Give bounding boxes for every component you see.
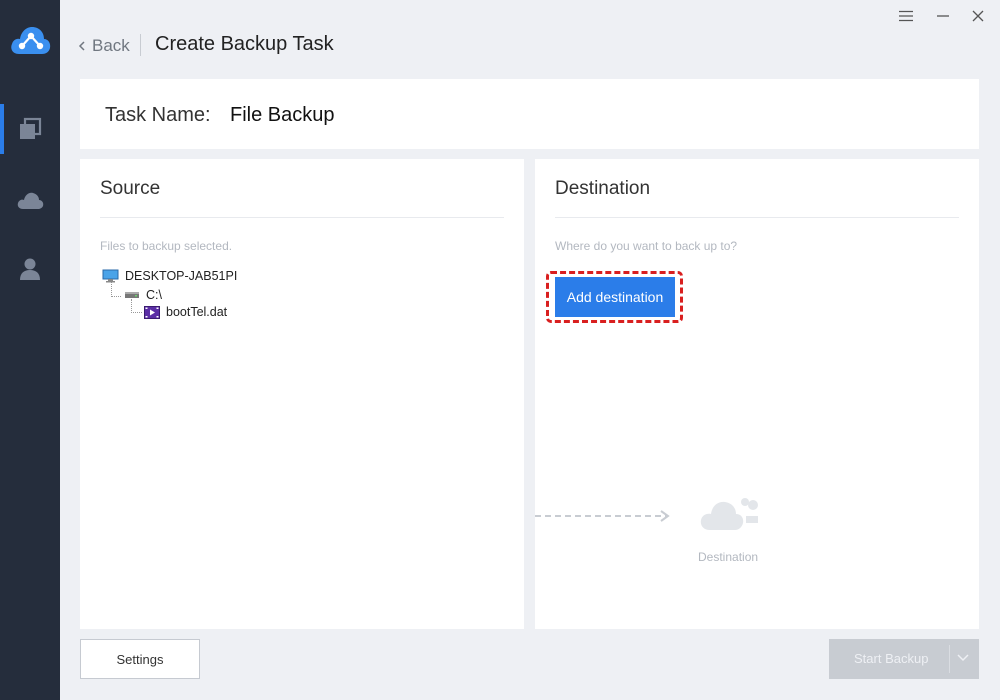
destination-cloud-icon <box>700 498 758 530</box>
tree-node-drive[interactable]: C:\ <box>124 288 162 302</box>
start-backup-label: Start Backup <box>854 651 929 666</box>
sidebar-item-account[interactable] <box>0 244 60 294</box>
tree-node-label: C:\ <box>146 288 162 302</box>
destination-title: Destination <box>555 178 651 199</box>
page-title: Create Backup Task <box>155 33 334 55</box>
chevron-left-icon <box>78 41 85 51</box>
tree-connector <box>111 281 121 297</box>
tree-node-computer[interactable]: DESKTOP-JAB51PI <box>102 269 237 283</box>
close-icon <box>972 10 984 22</box>
settings-button[interactable]: Settings <box>80 639 200 679</box>
app-logo-icon <box>11 27 51 54</box>
destination-caption: Destination <box>698 550 759 564</box>
start-backup-divider <box>949 645 950 673</box>
cloud-icon <box>17 192 44 209</box>
start-backup-button[interactable]: Start Backup <box>829 639 979 679</box>
source-panel: Source Files to backup selected. DESKTOP… <box>80 159 524 629</box>
user-icon <box>20 258 40 280</box>
destination-divider <box>555 217 959 218</box>
title-divider <box>140 34 141 56</box>
task-name-panel: Task Name: <box>80 79 979 149</box>
tree-node-file[interactable]: bootTel.dat <box>144 305 227 319</box>
arrow-right-icon <box>535 510 670 522</box>
computer-icon <box>102 269 119 283</box>
source-divider <box>100 217 504 218</box>
close-button[interactable] <box>967 6 989 26</box>
minimize-icon <box>937 15 949 17</box>
video-file-icon <box>144 305 160 319</box>
back-label: Back <box>92 36 130 55</box>
title-bar: Back Create Backup Task <box>60 0 1000 78</box>
minimize-button[interactable] <box>932 6 954 26</box>
tree-node-label: DESKTOP-JAB51PI <box>125 269 238 283</box>
backup-copy-icon <box>20 117 42 139</box>
drive-icon <box>125 292 139 298</box>
destination-hint: Where do you want to back up to? <box>555 239 738 253</box>
destination-panel: Destination Where do you want to back up… <box>535 159 979 629</box>
back-button[interactable]: Back <box>78 36 130 56</box>
task-name-label: Task Name: <box>105 104 211 126</box>
sidebar-item-backup[interactable] <box>0 104 60 154</box>
menu-button[interactable] <box>895 6 917 26</box>
sidebar <box>0 0 60 700</box>
tree-node-label: bootTel.dat <box>166 305 228 319</box>
source-title: Source <box>100 178 161 199</box>
sidebar-item-cloud[interactable] <box>0 175 60 225</box>
chevron-down-icon[interactable] <box>957 654 969 662</box>
footer: Settings Start Backup <box>60 629 1000 700</box>
add-destination-button[interactable]: Add destination <box>555 277 675 317</box>
menu-icon <box>899 10 913 22</box>
task-name-input[interactable] <box>222 99 722 131</box>
source-hint: Files to backup selected. <box>100 239 233 253</box>
